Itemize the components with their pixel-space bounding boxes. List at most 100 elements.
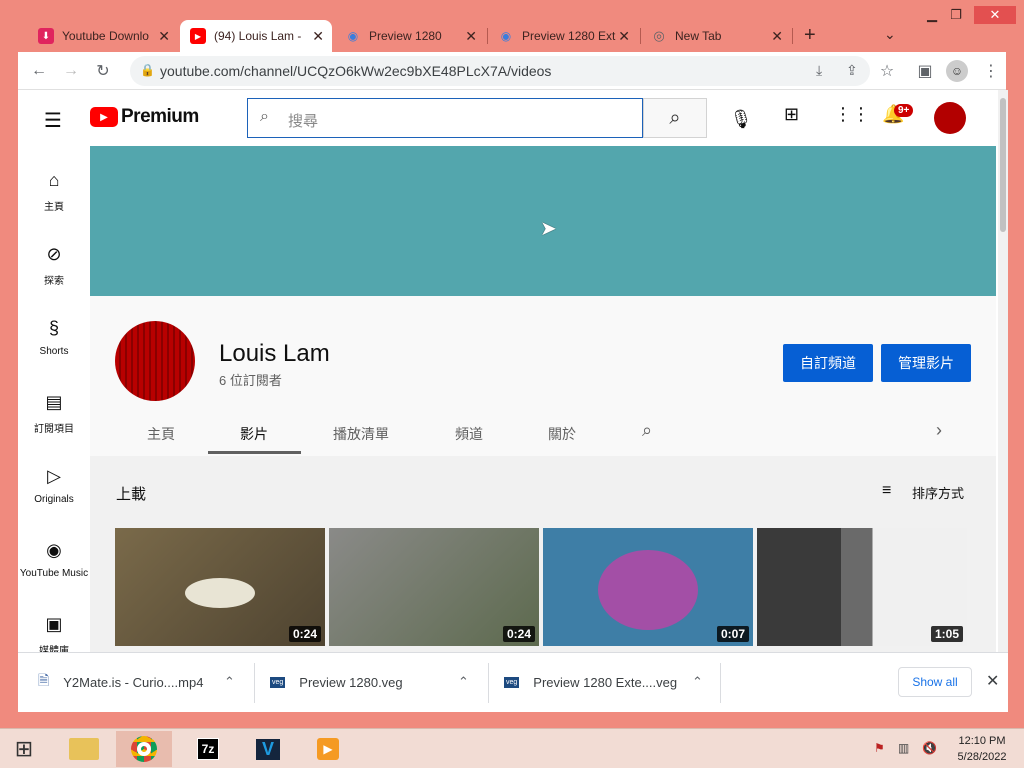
sidebar-item-subscriptions[interactable]: ▤ 訂閱項目 [18,390,90,436]
library-icon: ▣ [45,613,63,634]
tab-search-chevron-icon[interactable]: ⌄ [884,26,896,43]
share-icon[interactable]: ⇪ [846,62,858,79]
sidebar-item-originals[interactable]: ▷ Originals [18,464,90,506]
mouse-cursor-icon: ➤ [540,218,557,240]
sort-icon[interactable]: ≡ [882,482,891,500]
chevron-up-icon[interactable]: ⌃ [692,674,703,690]
chevron-up-icon[interactable]: ⌃ [458,674,469,690]
taskbar-chrome[interactable] [116,731,172,767]
chrome-icon: ◎ [653,28,665,43]
menu-dots-icon[interactable]: ⋮ [980,60,1002,82]
channel-search-icon[interactable]: ⌕ [642,420,652,441]
volume-muted-icon[interactable]: 🔇 [922,741,937,755]
close-tab-icon[interactable]: ✕ [158,28,170,45]
video-duration: 0:24 [288,626,321,642]
tab-preview-1280-ext[interactable]: ◉ Preview 1280 Ext ✕ [488,22,638,50]
bookmark-star-icon[interactable]: ☆ [876,60,898,82]
account-avatar[interactable] [934,102,966,134]
tab-channels[interactable]: 頻道 [455,424,483,444]
close-downloads-icon[interactable]: ✕ [986,671,999,691]
address-bar[interactable]: 🔒 youtube.com/channel/UCQzO6kWw2ec9bXE48… [130,56,870,86]
scrollbar-thumb[interactable] [1000,98,1006,232]
search-button[interactable]: ⌕ [643,98,707,138]
video-thumbnail-4[interactable]: 1:05 [757,528,967,646]
page-scrollbar[interactable] [998,90,1008,652]
tab-icon-blue: ◉ [500,29,512,43]
windows-taskbar: ⊞ 7z V ▶ ⚑ ▥ 🔇 12:10 PM 5/28/2022 [0,728,1024,768]
back-icon[interactable]: ← [28,60,50,82]
forward-icon[interactable]: → [60,60,82,82]
subscriber-count: 6 位訂閱者 [219,373,282,388]
download-icon: ⬇ [38,28,54,44]
sidebar-item-home[interactable]: ⌂ 主頁 [18,168,90,214]
manage-videos-button[interactable]: 管理影片 [881,344,971,382]
channel-banner: ➤ [90,146,996,296]
sidebar-item-music[interactable]: ◉ YouTube Music [18,538,90,580]
music-icon: ◉ [46,539,62,560]
tab-preview-1280[interactable]: ◉ Preview 1280 ✕ [335,22,485,50]
new-tab-button[interactable]: + [804,24,816,47]
tab-youtube-downloader[interactable]: ⬇ Youtube Downlo ✕ [28,22,178,50]
maximize-button[interactable]: ❐ [940,6,972,24]
search-input[interactable]: ⌕ 搜尋 [247,98,643,138]
side-panel-icon[interactable]: ▣ [914,60,936,82]
close-tab-icon[interactable]: ✕ [465,28,477,45]
thumbnail-graphic [185,578,255,608]
create-video-icon[interactable]: ⊞ [784,104,799,125]
tab-louis-lam[interactable]: ▶ (94) Louis Lam - ✕ [180,20,332,52]
compass-icon: ⊘ [46,243,62,264]
channel-name: Louis Lam [219,340,330,367]
search-inline-icon: ⌕ [260,108,269,125]
video-thumbnail-2[interactable]: 0:24 [329,528,539,646]
install-icon[interactable]: ⤓ [816,62,822,79]
tab-videos[interactable]: 影片 [240,424,268,444]
youtube-premium-logo[interactable]: ▶ Premium [90,106,199,128]
action-center-flag-icon[interactable]: ⚑ [874,741,885,755]
sidebar-item-library[interactable]: ▣ 媒體庫 [18,612,90,653]
sort-button[interactable]: 排序方式 [912,483,964,502]
taskbar-file-explorer[interactable] [56,731,112,767]
close-tab-icon[interactable]: ✕ [618,28,630,45]
chrome-icon [131,736,157,762]
tab-home[interactable]: 主頁 [147,424,175,444]
hamburger-menu-icon[interactable]: ☰ [44,108,62,133]
taskbar-media-player[interactable]: ▶ [300,731,356,767]
sidebar-item-explore[interactable]: ⊘ 探索 [18,242,90,288]
apps-grid-icon[interactable]: ⋮⋮ [834,104,870,125]
youtube-logo-icon: ▶ [90,107,118,127]
close-window-button[interactable]: ✕ [974,6,1016,24]
sidebar-item-shorts[interactable]: § Shorts [18,316,90,358]
voice-search-icon[interactable]: 🎙 [724,102,758,136]
network-icon[interactable]: ▥ [898,741,909,755]
chevron-right-icon[interactable]: › [936,420,942,441]
search-icon: ⌕ [669,106,681,129]
tab-about[interactable]: 關於 [548,424,576,444]
download-item[interactable]: veg Preview 1280 Exte....veg ⌃ [504,653,714,711]
tab-playlists[interactable]: 播放清單 [333,424,389,444]
video-thumbnail-1[interactable]: 0:24 [115,528,325,646]
channel-avatar[interactable] [115,321,195,401]
reload-icon[interactable]: ↻ [92,60,114,82]
start-button[interactable]: ⊞ [0,731,48,767]
profile-avatar-icon[interactable]: ☺ [946,60,968,82]
system-clock[interactable]: 12:10 PM 5/28/2022 [950,733,1014,765]
7zip-icon: 7z [196,738,220,760]
chevron-up-icon[interactable]: ⌃ [224,674,235,690]
lock-icon: 🔒 [140,63,155,77]
show-all-downloads-button[interactable]: Show all [898,667,972,697]
video-thumbnail-3[interactable]: 0:07 [543,528,753,646]
windows-logo-icon: ⊞ [14,736,34,761]
close-tab-icon[interactable]: ✕ [312,28,324,45]
taskbar-7zip[interactable]: 7z [180,731,236,767]
tab-new-tab[interactable]: ◎ New Tab ✕ [641,22,791,50]
close-tab-icon[interactable]: ✕ [771,28,783,45]
customize-channel-button[interactable]: 自訂頻道 [783,344,873,382]
taskbar-vegas[interactable]: V [240,731,296,767]
download-item[interactable]: veg Preview 1280.veg ⌃ [270,653,480,711]
youtube-page: ☰ ▶ Premium ⌕ 搜尋 ⌕ 🎙 ⊞ ⋮⋮ 🔔 9+ ⌂ 主頁 ⊘ 探索 §… [18,90,998,652]
thumbnail-graphic [598,550,698,630]
download-item[interactable]: 🗎 Y2Mate.is - Curio....mp4 ⌃ [38,653,248,711]
active-tab-indicator [208,451,301,454]
file-icon: 🗎 [38,672,50,688]
tab-icon-blue: ◉ [347,29,359,43]
